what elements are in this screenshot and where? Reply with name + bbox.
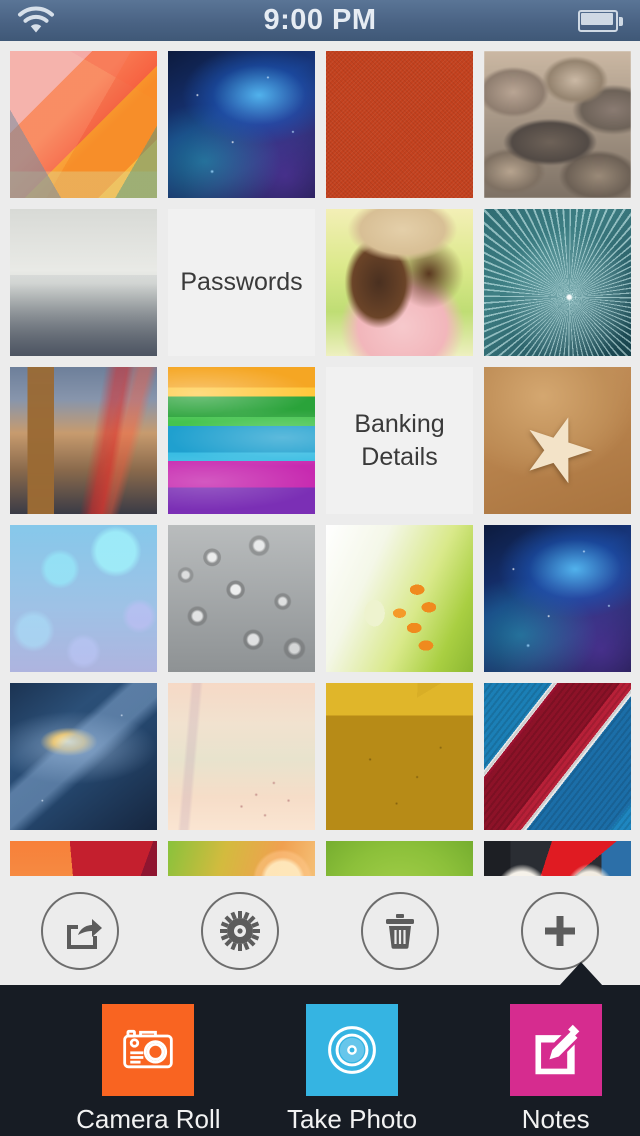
tile-thumbnail <box>484 367 631 514</box>
tile-thumbnail <box>484 841 631 876</box>
tile-thumbnail <box>484 525 631 672</box>
tile-thumbnail <box>10 525 157 672</box>
share-button[interactable] <box>41 891 119 970</box>
tile-pastel-sky[interactable] <box>168 683 315 830</box>
settings-button[interactable] <box>201 891 279 970</box>
tile-thumbnail <box>168 841 315 876</box>
tile-thumbnail <box>10 841 157 876</box>
tile-thumbnail <box>484 209 631 356</box>
add-option-label: Take Photo <box>286 1104 418 1134</box>
tile-teal-dandelion[interactable] <box>484 209 631 356</box>
tile-green-gradient[interactable] <box>326 841 473 876</box>
tile-water-droplets[interactable] <box>168 525 315 672</box>
tile-thumbnail <box>484 683 631 830</box>
plus-icon <box>545 915 575 946</box>
tile-thumbnail <box>168 51 315 198</box>
add-option-camera-roll[interactable]: Camera Roll <box>64 1004 233 1135</box>
tile-foggy-road[interactable] <box>10 209 157 356</box>
popup-pointer-arrow <box>559 962 603 986</box>
tile-thumbnail <box>168 525 315 672</box>
tile-red-texture[interactable] <box>326 51 473 198</box>
tile-thumbnail <box>10 683 157 830</box>
tile-starfish-sand[interactable] <box>484 367 631 514</box>
add-options-sheet: Camera Roll Take Photo Notes <box>0 985 640 1136</box>
gear-icon <box>220 910 260 951</box>
tile-color-waves[interactable] <box>168 367 315 514</box>
tile-red-white-pattern[interactable] <box>484 841 631 876</box>
gallery-scroll-area[interactable]: Passwords Banking Details <box>0 41 640 876</box>
tile-banking-details[interactable]: Banking Details <box>326 367 473 514</box>
tile-lily-flower[interactable] <box>326 525 473 672</box>
tile-thumbnail <box>484 51 631 198</box>
tile-geometric-hexagons[interactable] <box>10 51 157 198</box>
add-options-row: Camera Roll Take Photo Notes <box>0 985 640 1135</box>
tile-thumbnail <box>326 841 473 876</box>
tile-blue-nebula-2[interactable] <box>484 525 631 672</box>
wifi-icon <box>16 6 56 36</box>
camera-icon[interactable] <box>102 1004 195 1096</box>
tile-thumbnail <box>10 209 157 356</box>
status-bar: 9:00 PM <box>0 0 640 41</box>
tile-woman-in-hat[interactable] <box>326 209 473 356</box>
tile-thumbnail <box>168 367 315 514</box>
tile-red-blue-stripes[interactable] <box>484 683 631 830</box>
add-option-notes[interactable]: Notes <box>471 1004 640 1135</box>
tile-blue-nebula[interactable] <box>168 51 315 198</box>
tile-label: Passwords <box>180 268 303 296</box>
tile-thumbnail <box>326 683 473 830</box>
camera-lens-icon[interactable] <box>306 1004 398 1096</box>
tile-blue-bokeh[interactable] <box>10 525 157 672</box>
tile-thumbnail <box>326 51 473 198</box>
tile-thumbnail <box>10 51 157 198</box>
pencil-edit-icon[interactable] <box>509 1004 602 1096</box>
trash-icon <box>386 913 414 949</box>
app-root: 9:00 PM Passwords Banking Details ★ Came… <box>0 0 640 1136</box>
add-option-label: Camera Roll <box>76 1104 221 1134</box>
add-option-label: Notes <box>521 1104 590 1134</box>
bottom-toolbar <box>0 876 640 985</box>
gallery-grid: Passwords Banking Details <box>10 51 631 876</box>
add-button[interactable] <box>521 891 599 970</box>
tile-label: Banking Details <box>354 409 445 471</box>
tile-thumbnail <box>326 209 473 356</box>
tile-sunset-flare[interactable] <box>168 841 315 876</box>
share-icon <box>67 918 102 949</box>
battery-icon <box>578 10 624 32</box>
tile-pebbles[interactable] <box>484 51 631 198</box>
delete-button[interactable] <box>361 891 439 970</box>
tile-galaxy[interactable] <box>10 683 157 830</box>
tile-thumbnail <box>168 683 315 830</box>
tile-big-ben-london[interactable] <box>10 367 157 514</box>
tile-thumbnail <box>10 367 157 514</box>
tile-thumbnail <box>326 525 473 672</box>
add-option-take-photo[interactable]: Take Photo <box>268 1004 437 1135</box>
tile-passwords[interactable]: Passwords <box>168 209 315 356</box>
status-clock: 9:00 PM <box>263 4 377 36</box>
tile-yellow-peeling-paint[interactable] <box>326 683 473 830</box>
tile-orange-geometric[interactable] <box>10 841 157 876</box>
